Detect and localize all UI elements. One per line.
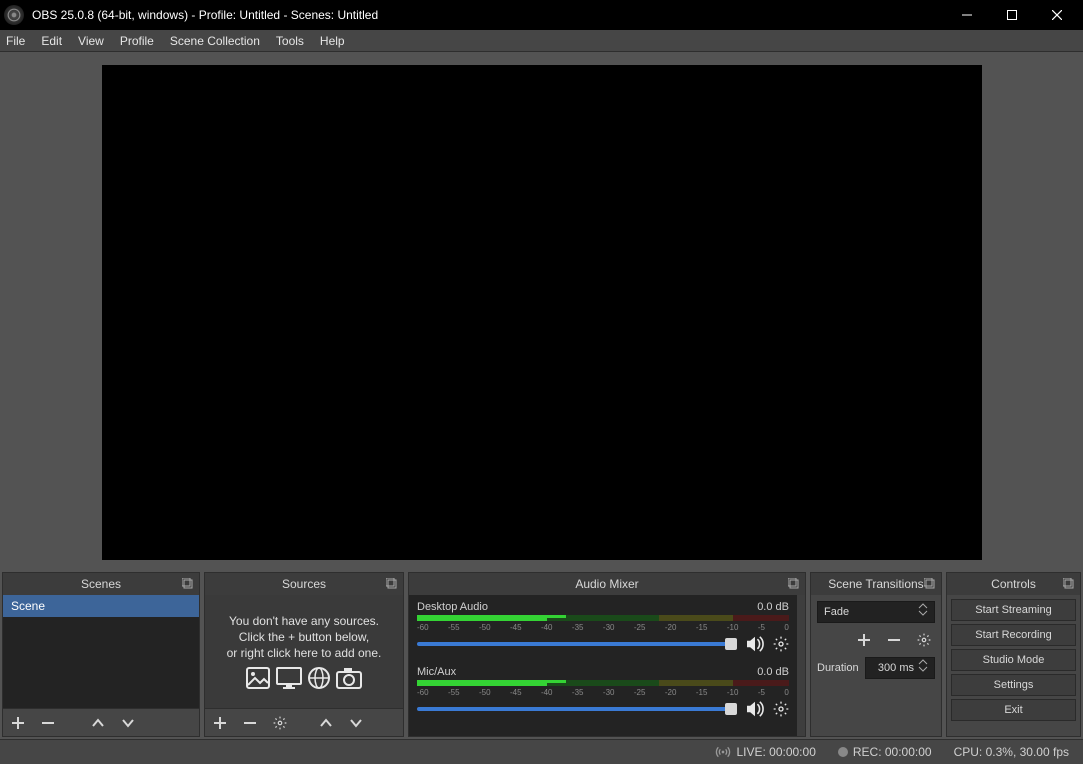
close-button[interactable]	[1034, 0, 1079, 30]
scene-item[interactable]: Scene	[3, 595, 199, 617]
mixer-header: Audio Mixer	[409, 573, 805, 595]
sources-empty-text: or right click here to add one.	[227, 645, 382, 661]
sources-dock: Sources You don't have any sources. Clic…	[204, 572, 404, 737]
sources-list[interactable]: You don't have any sources. Click the + …	[205, 595, 403, 708]
record-icon	[838, 747, 848, 757]
popout-icon[interactable]	[785, 575, 803, 593]
scenes-dock: Scenes Scene	[2, 572, 200, 737]
speaker-icon[interactable]	[745, 701, 765, 717]
channel-level: 0.0 dB	[757, 601, 789, 613]
meter-ticks: -60-55-50-45-40-35-30-25-20-15-10-50	[417, 623, 789, 632]
window-title: OBS 25.0.8 (64-bit, windows) - Profile: …	[32, 8, 378, 22]
remove-scene-button[interactable]	[37, 712, 59, 734]
scene-transitions-dock: Scene Transitions Fade Duration 300 ms	[810, 572, 942, 737]
menu-file[interactable]: File	[6, 34, 25, 48]
start-streaming-button[interactable]: Start Streaming	[951, 599, 1076, 621]
start-recording-button[interactable]: Start Recording	[951, 624, 1076, 646]
transitions-body: Fade Duration 300 ms	[811, 595, 941, 685]
popout-icon[interactable]	[179, 575, 197, 593]
popout-icon[interactable]	[383, 575, 401, 593]
sources-empty-text: Click the + button below,	[239, 629, 369, 645]
status-cpu: CPU: 0.3%, 30.00 fps	[954, 745, 1069, 759]
scenes-list[interactable]: Scene	[3, 595, 199, 708]
camera-icon	[336, 667, 362, 689]
display-icon	[276, 667, 302, 689]
controls-body: Start Streaming Start Recording Studio M…	[947, 595, 1080, 725]
meter-ticks: -60-55-50-45-40-35-30-25-20-15-10-50	[417, 688, 789, 697]
duration-label: Duration	[817, 662, 859, 674]
menu-scene-collection[interactable]: Scene Collection	[170, 34, 260, 48]
menu-help[interactable]: Help	[320, 34, 345, 48]
volume-slider[interactable]	[417, 642, 737, 646]
studio-mode-button[interactable]: Studio Mode	[951, 649, 1076, 671]
add-scene-button[interactable]	[7, 712, 29, 734]
image-icon	[246, 667, 270, 689]
remove-source-button[interactable]	[239, 712, 261, 734]
minimize-button[interactable]	[944, 0, 989, 30]
remove-transition-button[interactable]	[883, 629, 905, 651]
menu-edit[interactable]: Edit	[41, 34, 62, 48]
transitions-header: Scene Transitions	[811, 573, 941, 595]
move-scene-up-button[interactable]	[87, 712, 109, 734]
scenes-toolbar	[3, 708, 199, 736]
duration-input[interactable]: 300 ms	[865, 657, 935, 679]
statusbar: LIVE: 00:00:00 REC: 00:00:00 CPU: 0.3%, …	[0, 739, 1083, 764]
transition-select[interactable]: Fade	[817, 601, 935, 623]
audio-mixer-dock: Audio Mixer Desktop Audio 0.0 dB -60-55-…	[408, 572, 806, 737]
volume-slider[interactable]	[417, 707, 737, 711]
move-source-up-button[interactable]	[315, 712, 337, 734]
scenes-header: Scenes	[3, 573, 199, 595]
preview-area	[0, 52, 1083, 572]
channel-name: Desktop Audio	[417, 601, 488, 613]
broadcast-icon	[715, 746, 731, 758]
popout-icon[interactable]	[1060, 575, 1078, 593]
exit-button[interactable]: Exit	[951, 699, 1076, 721]
status-live: LIVE: 00:00:00	[715, 745, 815, 759]
speaker-icon[interactable]	[745, 636, 765, 652]
gear-icon[interactable]	[773, 701, 789, 717]
add-source-button[interactable]	[209, 712, 231, 734]
move-scene-down-button[interactable]	[117, 712, 139, 734]
mixer-channel-mic-aux: Mic/Aux 0.0 dB -60-55-50-45-40-35-30-25-…	[417, 666, 789, 717]
source-properties-button[interactable]	[269, 712, 291, 734]
sources-empty-text: You don't have any sources.	[229, 613, 379, 629]
obs-logo-icon	[4, 5, 24, 25]
titlebar: OBS 25.0.8 (64-bit, windows) - Profile: …	[0, 0, 1083, 30]
menu-profile[interactable]: Profile	[120, 34, 154, 48]
add-transition-button[interactable]	[853, 629, 875, 651]
sources-toolbar	[205, 708, 403, 736]
globe-icon	[308, 667, 330, 689]
maximize-button[interactable]	[989, 0, 1034, 30]
menu-view[interactable]: View	[78, 34, 104, 48]
preview-canvas[interactable]	[102, 65, 982, 560]
sources-header: Sources	[205, 573, 403, 595]
audio-meter	[417, 680, 789, 686]
settings-button[interactable]: Settings	[951, 674, 1076, 696]
controls-header: Controls	[947, 573, 1080, 595]
mixer-body: Desktop Audio 0.0 dB -60-55-50-45-40-35-…	[409, 595, 805, 736]
menu-tools[interactable]: Tools	[276, 34, 304, 48]
channel-level: 0.0 dB	[757, 666, 789, 678]
popout-icon[interactable]	[921, 575, 939, 593]
move-source-down-button[interactable]	[345, 712, 367, 734]
controls-dock: Controls Start Streaming Start Recording…	[946, 572, 1081, 737]
status-rec: REC: 00:00:00	[838, 745, 932, 759]
mixer-channel-desktop-audio: Desktop Audio 0.0 dB -60-55-50-45-40-35-…	[417, 601, 789, 652]
transition-settings-button[interactable]	[913, 629, 935, 651]
audio-meter	[417, 615, 789, 621]
channel-name: Mic/Aux	[417, 666, 456, 678]
menubar: File Edit View Profile Scene Collection …	[0, 30, 1083, 52]
gear-icon[interactable]	[773, 636, 789, 652]
